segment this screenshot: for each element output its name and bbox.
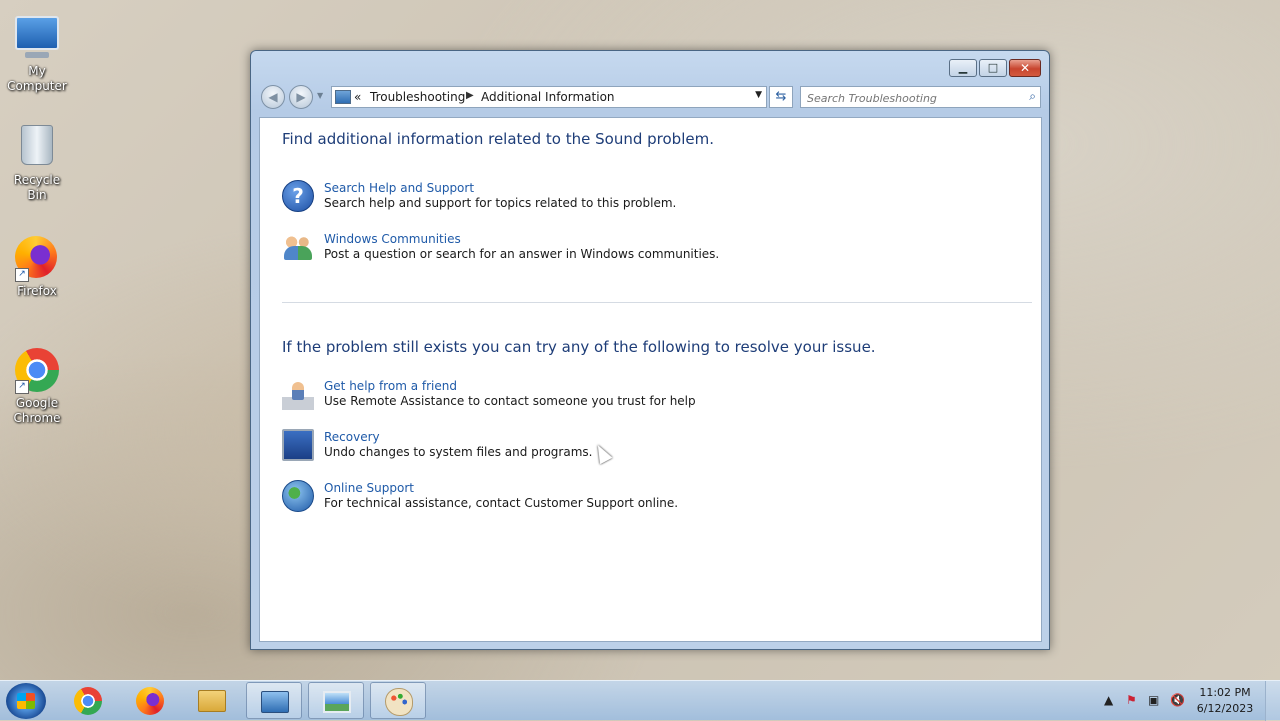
shortcut-arrow-icon: ↗ [15, 380, 29, 394]
desktop-icon-chrome[interactable]: ↗ Google Chrome [4, 348, 70, 426]
globe-icon [282, 480, 314, 512]
section-divider [282, 302, 1032, 303]
breadcrumb-overflow[interactable]: « [354, 90, 361, 104]
desktop-icon-label: Google [15, 396, 59, 410]
back-arrow-icon: ◀ [268, 90, 278, 104]
help-from-friend-link[interactable]: Get help from a friend [324, 379, 457, 393]
desktop-icon-label: Recycle Bin [13, 173, 61, 202]
desktop-icon-recycle-bin[interactable]: Recycle Bin [4, 122, 70, 203]
task-description: Search help and support for topics relat… [324, 196, 677, 210]
section-heading-additional-info: Find additional information related to t… [282, 130, 714, 148]
help-icon: ? [282, 180, 314, 212]
caption-buttons: ▁ □ ✕ [947, 59, 1041, 77]
content-pane: Find additional information related to t… [259, 117, 1042, 642]
desktop-icon-firefox[interactable]: ↗ Firefox [4, 236, 70, 299]
taskbar-image-viewer[interactable] [308, 682, 364, 719]
clock-date: 6/12/2023 [1196, 702, 1254, 715]
control-panel-icon [335, 90, 351, 104]
start-button[interactable] [6, 683, 46, 719]
folder-icon [198, 690, 226, 712]
task-description: Post a question or search for an answer … [324, 247, 720, 261]
volume-muted-icon[interactable]: 🔇 [1170, 693, 1185, 707]
forward-button[interactable]: ▶ [289, 85, 313, 109]
paint-palette-icon [385, 688, 413, 716]
desktop-icon-label: Firefox [17, 284, 57, 298]
close-icon: ✕ [1019, 61, 1031, 75]
task-description: For technical assistance, contact Custom… [324, 496, 679, 510]
clock[interactable]: 11:02 PM 6/12/2023 [1194, 685, 1256, 717]
chrome-icon: ↗ [15, 348, 59, 394]
show-desktop-button[interactable] [1265, 681, 1280, 721]
refresh-button[interactable]: ⇆ [769, 86, 793, 108]
firefox-icon: ↗ [15, 236, 59, 282]
show-hidden-icons-button[interactable]: ▲ [1104, 693, 1113, 707]
refresh-icon: ⇆ [775, 89, 787, 104]
minimize-icon: ▁ [958, 61, 968, 74]
section-heading-resolve: If the problem still exists you can try … [282, 338, 876, 356]
online-support-link[interactable]: Online Support [324, 481, 414, 495]
search-box[interactable]: ⌕ [800, 86, 1041, 108]
search-help-link[interactable]: Search Help and Support [324, 181, 474, 195]
task-description: Use Remote Assistance to contact someone… [324, 394, 696, 408]
taskbar: ▲ ⚑ ▣ 🔇 11:02 PM 6/12/2023 [0, 680, 1280, 721]
firefox-icon [136, 687, 164, 715]
close-button[interactable]: ✕ [1009, 59, 1041, 77]
search-input[interactable] [805, 88, 1019, 108]
desktop-icon-label: Computer [7, 79, 67, 93]
remote-assistance-icon [282, 378, 314, 410]
recycle-bin-icon [15, 125, 59, 169]
desktop-icon-label: Chrome [13, 411, 61, 425]
navigation-bar: ◀ ▶ ▼ « Troubleshooting ▶ Additional Inf… [259, 84, 1041, 110]
recent-pages-dropdown[interactable]: ▼ [317, 91, 323, 100]
task-description: Undo changes to system files and program… [324, 445, 593, 459]
desktop-icon-label: My [28, 64, 46, 78]
clock-time: 11:02 PM [1199, 686, 1251, 699]
address-dropdown-icon[interactable]: ▼ [755, 90, 762, 100]
windows-logo-icon [17, 693, 35, 709]
breadcrumb-additional-information[interactable]: Additional Information [481, 90, 615, 104]
network-icon[interactable]: ▣ [1148, 693, 1159, 707]
back-button[interactable]: ◀ [261, 85, 285, 109]
search-icon[interactable]: ⌕ [1029, 89, 1036, 104]
windows-communities-link[interactable]: Windows Communities [324, 232, 461, 246]
shortcut-arrow-icon: ↗ [15, 268, 29, 282]
breadcrumb-troubleshooting[interactable]: Troubleshooting [370, 90, 465, 104]
taskbar-explorer[interactable] [184, 682, 240, 719]
taskbar-paint[interactable] [370, 682, 426, 719]
minimize-button[interactable]: ▁ [949, 59, 977, 77]
system-tray: ▲ ⚑ ▣ 🔇 11:02 PM 6/12/2023 [1090, 681, 1280, 721]
address-bar[interactable]: « Troubleshooting ▶ Additional Informati… [331, 86, 767, 108]
control-panel-icon [261, 691, 289, 713]
breadcrumb-separator-icon[interactable]: ▶ [466, 90, 474, 101]
maximize-icon: □ [987, 61, 999, 74]
action-center-flag-icon[interactable]: ⚑ [1126, 693, 1137, 707]
maximize-button[interactable]: □ [979, 59, 1007, 77]
taskbar-chrome[interactable] [60, 682, 116, 719]
troubleshooting-window: ▁ □ ✕ ◀ ▶ ▼ « Troubleshooting ▶ Addition… [250, 50, 1050, 650]
people-icon [282, 231, 314, 263]
photo-viewer-icon [323, 691, 351, 713]
taskbar-control-panel[interactable] [246, 682, 302, 719]
chrome-icon [74, 687, 102, 715]
taskbar-firefox[interactable] [122, 682, 178, 719]
forward-arrow-icon: ▶ [296, 90, 306, 104]
recovery-icon [282, 429, 314, 461]
desktop-icon-my-computer[interactable]: My Computer [4, 10, 70, 94]
recovery-link[interactable]: Recovery [324, 430, 380, 444]
computer-icon [15, 16, 59, 60]
